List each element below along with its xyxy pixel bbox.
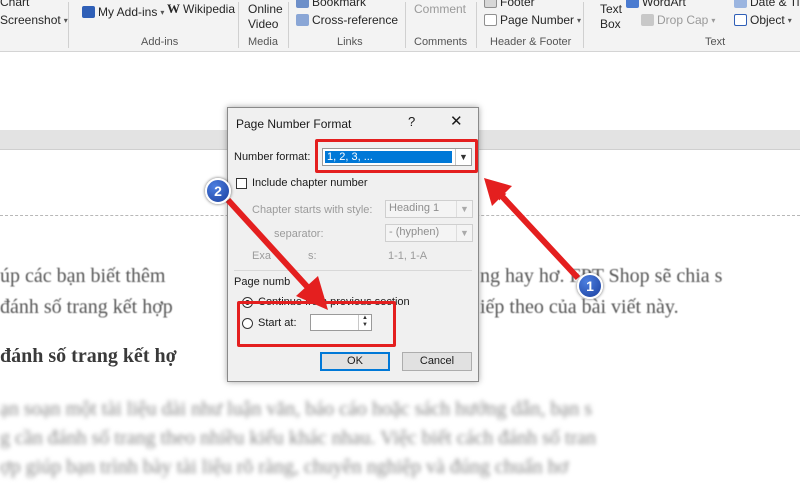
ribbon-separator bbox=[238, 2, 239, 48]
doc-blurred-line-1: ạn soạn một tài liệu dài như luận văn, b… bbox=[0, 398, 593, 420]
comment-button[interactable]: Comment bbox=[414, 2, 466, 16]
separator-select[interactable]: - (hyphen) ▼ bbox=[385, 224, 473, 242]
step-2-badge: 2 bbox=[205, 178, 231, 204]
doc-blurred-line-3: ợp giúp bạn trình bày tài liệu rõ ràng, … bbox=[0, 456, 569, 478]
text-box-button[interactable]: Text Box bbox=[600, 2, 622, 31]
drop-cap-label: Drop Cap bbox=[657, 13, 709, 27]
ribbon-separator bbox=[405, 2, 406, 48]
chart-button[interactable]: Chart bbox=[0, 0, 29, 9]
page-number-icon bbox=[484, 14, 497, 26]
wikipedia-label: Wikipedia bbox=[183, 2, 236, 16]
include-chapter-label: Include chapter number bbox=[252, 177, 368, 189]
screenshot-label: Screenshot bbox=[0, 13, 61, 27]
chevron-down-icon: ▾ bbox=[711, 15, 716, 25]
ribbon-separator bbox=[476, 2, 477, 48]
footer-label: Footer bbox=[500, 0, 535, 9]
group-label-media: Media bbox=[248, 36, 278, 48]
drop-cap-button[interactable]: Drop Cap ▾ bbox=[641, 13, 715, 27]
object-button[interactable]: Object ▾ bbox=[734, 13, 792, 27]
page-numbering-label: Page numb bbox=[234, 276, 291, 288]
include-chapter-checkbox[interactable] bbox=[236, 178, 247, 189]
group-label-text: Text bbox=[705, 36, 726, 48]
separator-value: - (hyphen) bbox=[389, 226, 440, 238]
examples-label: Exa bbox=[252, 250, 271, 262]
chevron-down-icon: ▼ bbox=[456, 201, 472, 217]
group-label-addins: Add-ins bbox=[141, 36, 179, 48]
group-label-comments: Comments bbox=[414, 36, 468, 48]
wordart-label: WordArt bbox=[642, 0, 686, 9]
my-addins-label: My Add-ins bbox=[98, 5, 158, 19]
text-box-label-line2: Box bbox=[600, 17, 621, 31]
dialog-title: Page Number Format bbox=[236, 117, 352, 131]
date-time-label: Date & Ti bbox=[750, 0, 800, 9]
group-label-links: Links bbox=[337, 36, 363, 48]
chapter-style-value: Heading 1 bbox=[389, 202, 440, 214]
online-video-label-line2: Video bbox=[248, 17, 279, 31]
text-box-label-line1: Text bbox=[600, 2, 623, 16]
cancel-button[interactable]: Cancel bbox=[402, 352, 472, 371]
wikipedia-icon: W bbox=[167, 1, 180, 16]
ribbon-separator bbox=[68, 2, 69, 48]
doc-heading: đánh số trang kết hợ bbox=[0, 345, 177, 367]
cross-reference-label: Cross-reference bbox=[312, 13, 399, 27]
online-video-button[interactable]: Online Video bbox=[248, 2, 283, 31]
my-addins-button[interactable]: My Add-ins ▾ bbox=[82, 5, 164, 19]
page-number-button[interactable]: Page Number ▾ bbox=[484, 13, 581, 27]
bookmark-label: Bookmark bbox=[312, 0, 367, 9]
cross-reference-button[interactable]: Cross-reference bbox=[296, 13, 398, 27]
doc-line-2-right: iếp theo của bài viết này. bbox=[480, 296, 679, 318]
screenshot-button[interactable]: Screenshot ▾ bbox=[0, 13, 68, 27]
close-icon[interactable]: ✕ bbox=[450, 112, 463, 130]
step-1-badge: 1 bbox=[577, 273, 603, 299]
comment-label: Comment bbox=[414, 2, 467, 16]
chevron-down-icon: ▾ bbox=[787, 15, 792, 25]
group-label-header-footer: Header & Footer bbox=[490, 36, 572, 48]
bookmark-icon bbox=[296, 0, 309, 8]
wordart-icon bbox=[626, 0, 639, 8]
page-number-label: Page Number bbox=[500, 13, 575, 27]
footer-button[interactable]: Footer bbox=[484, 0, 535, 9]
ribbon: Chart Screenshot ▾ My Add-ins ▾ W Wikipe… bbox=[0, 0, 800, 52]
object-icon bbox=[734, 14, 747, 26]
doc-blurred-line-2: g cần đánh số trang theo nhiều kiểu khác… bbox=[0, 427, 597, 449]
examples-value: 1-1, 1-A bbox=[388, 250, 428, 262]
wikipedia-button[interactable]: W Wikipedia bbox=[167, 1, 235, 17]
object-label: Object bbox=[750, 13, 785, 27]
chapter-style-select[interactable]: Heading 1 ▼ bbox=[385, 200, 473, 218]
chapter-style-label: Chapter starts with style: bbox=[252, 204, 373, 216]
chevron-down-icon: ▼ bbox=[456, 225, 472, 241]
chevron-down-icon: ▾ bbox=[160, 7, 165, 17]
chart-label: Chart bbox=[0, 0, 30, 9]
section-divider bbox=[234, 270, 472, 271]
date-time-icon bbox=[734, 0, 747, 8]
ok-button[interactable]: OK bbox=[320, 352, 390, 371]
footer-icon bbox=[484, 0, 497, 8]
examples-label-tail: s: bbox=[308, 250, 317, 262]
date-time-button[interactable]: Date & Ti bbox=[734, 0, 799, 9]
separator-label: separator: bbox=[274, 228, 324, 240]
bookmark-button[interactable]: Bookmark bbox=[296, 0, 366, 9]
online-video-label-line1: Online bbox=[248, 2, 283, 16]
arrow-1-head bbox=[484, 178, 512, 206]
addins-icon bbox=[82, 6, 95, 18]
highlight-number-format bbox=[315, 139, 478, 173]
cross-reference-icon bbox=[296, 14, 309, 26]
highlight-start-at bbox=[237, 301, 396, 347]
wordart-button[interactable]: WordArt bbox=[626, 0, 686, 9]
help-button[interactable]: ? bbox=[408, 114, 415, 129]
doc-line-2: đánh số trang kết hợp bbox=[0, 296, 173, 318]
drop-cap-icon bbox=[641, 14, 654, 26]
ribbon-separator bbox=[583, 2, 584, 48]
ribbon-separator bbox=[288, 2, 289, 48]
number-format-label: Number format: bbox=[234, 151, 311, 163]
doc-line-1: úp các bạn biết thêm bbox=[0, 265, 166, 287]
chevron-down-icon: ▾ bbox=[577, 15, 582, 25]
